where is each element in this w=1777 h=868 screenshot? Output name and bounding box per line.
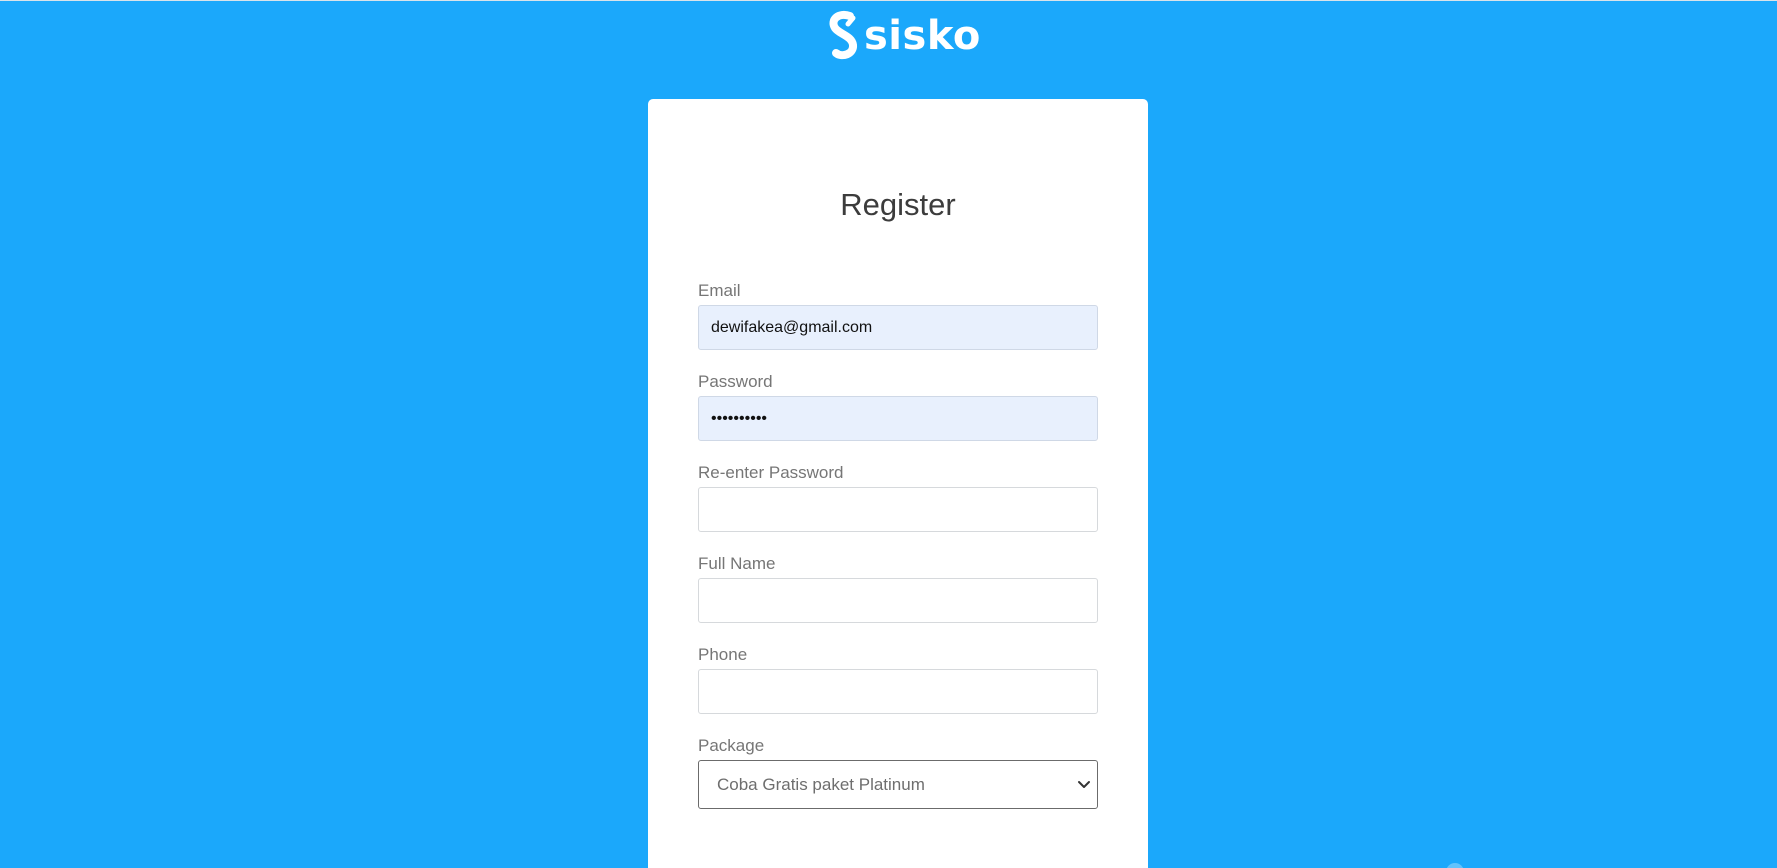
phone-field-group: Phone <box>698 645 1098 714</box>
floating-chat-button[interactable] <box>1446 863 1464 868</box>
reenter-password-label: Re-enter Password <box>698 463 844 482</box>
package-label: Package <box>698 736 765 755</box>
reenter-password-field-group: Re-enter Password <box>698 463 1098 532</box>
brand-logo[interactable]: sisko <box>826 10 981 62</box>
password-field-group: Password <box>698 372 1098 441</box>
password-field[interactable] <box>698 396 1098 441</box>
package-selected-value: Coba Gratis paket Platinum <box>698 760 1098 809</box>
chevron-down-icon <box>1078 781 1090 788</box>
full-name-field-group: Full Name <box>698 554 1098 623</box>
register-card: Register Email Password Re-enter Passwor… <box>648 99 1148 868</box>
logo-text: sisko <box>864 13 981 59</box>
reenter-password-field[interactable] <box>698 487 1098 532</box>
email-label: Email <box>698 281 741 300</box>
sisko-s-logo-icon <box>829 11 857 60</box>
full-name-label: Full Name <box>698 554 776 573</box>
page-title: Register <box>840 187 956 222</box>
email-field[interactable] <box>698 305 1098 350</box>
package-field-group: Package Coba Gratis paket Platinum <box>698 736 1098 809</box>
phone-label: Phone <box>698 645 748 664</box>
full-name-field[interactable] <box>698 578 1098 623</box>
phone-field[interactable] <box>698 669 1098 714</box>
password-label: Password <box>698 372 773 391</box>
register-page: sisko Register Email Password Re-enter P… <box>0 0 1777 868</box>
email-field-group: Email <box>698 281 1098 350</box>
package-select[interactable]: Coba Gratis paket Platinum <box>698 760 1098 809</box>
